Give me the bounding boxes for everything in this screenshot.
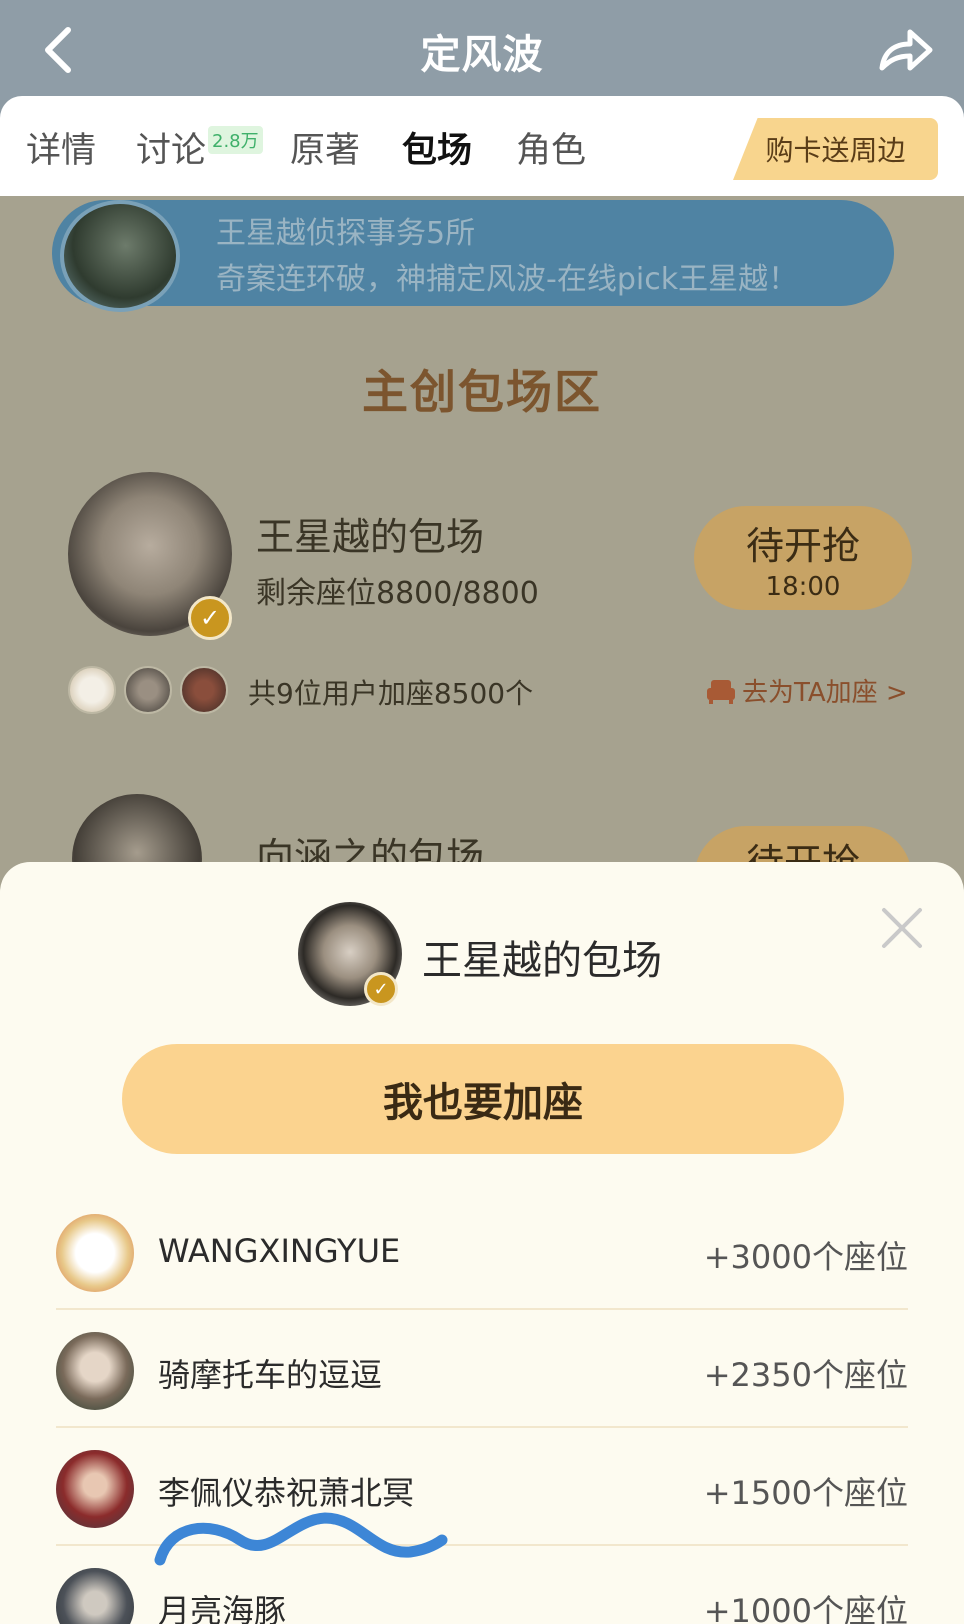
sheet-title: 王星越的包场 — [422, 938, 662, 984]
user-avatar — [56, 1450, 134, 1528]
pending-label: 待开抢 — [745, 523, 860, 568]
user-avatar — [180, 666, 228, 714]
user-avatar — [56, 1214, 134, 1292]
scribble-mark — [154, 1512, 448, 1566]
user-avatar — [56, 1332, 134, 1410]
seat-amount: +1500个座位 — [703, 1474, 908, 1512]
close-icon[interactable] — [880, 906, 924, 950]
remaining-seats: 剩余座位8800/8800 — [256, 576, 539, 611]
screening-name: 王星越的包场 — [256, 515, 485, 559]
app-root: 定风波 详情 讨论 2.8万 原著 包场 角色 购卡送周边 王星越侦探事务5所 … — [0, 0, 964, 1624]
list-item[interactable]: 骑摩托车的逗逗 +2350个座位 — [56, 1310, 908, 1428]
user-avatar — [68, 666, 116, 714]
banner-avatar — [60, 200, 180, 312]
seat-amount: +1000个座位 — [703, 1592, 908, 1624]
banner-title: 王星越侦探事务5所 — [216, 216, 476, 251]
tab-characters[interactable]: 角色 — [516, 122, 586, 173]
joined-users-count: 共9位用户加座8500个 — [248, 677, 534, 710]
user-avatar — [124, 666, 172, 714]
seat-amount: +3000个座位 — [703, 1238, 908, 1276]
verified-check-icon: ✓ — [188, 596, 232, 640]
seat-amount: +2350个座位 — [703, 1356, 908, 1394]
pending-grab-button[interactable]: 待开抢 18:00 — [694, 506, 912, 610]
user-name: 月亮海豚 — [158, 1592, 287, 1624]
discussion-count-badge: 2.8万 — [208, 126, 263, 154]
tab-discussion[interactable]: 讨论 — [136, 122, 206, 173]
page-title: 定风波 — [420, 32, 544, 78]
user-name: 骑摩托车的逗逗 — [158, 1356, 383, 1394]
user-avatar — [56, 1568, 134, 1624]
buy-card-promo-button[interactable]: 购卡送周边 — [733, 118, 938, 180]
tab-details[interactable]: 详情 — [26, 122, 96, 173]
join-add-seat-button[interactable]: 我也要加座 — [122, 1044, 844, 1154]
top-bar: 定风波 — [0, 0, 964, 100]
add-seat-link[interactable]: 去为TA加座 > — [706, 672, 908, 709]
share-icon[interactable] — [876, 24, 936, 76]
tab-private-screening[interactable]: 包场 — [402, 122, 472, 173]
user-name: WANGXINGYUE — [158, 1232, 401, 1270]
verified-check-icon: ✓ — [364, 972, 398, 1006]
tab-original-novel[interactable]: 原著 — [290, 122, 360, 173]
section-title: 主创包场区 — [362, 365, 602, 419]
sofa-icon — [707, 679, 735, 704]
list-item[interactable]: WANGXINGYUE +3000个座位 — [56, 1192, 908, 1310]
pending-time: 18:00 — [765, 571, 841, 602]
user-name: 李佩仪恭祝萧北冥 — [158, 1474, 415, 1512]
add-seat-label: 去为TA加座 > — [742, 678, 908, 708]
banner-subtitle: 奇案连环破，神捕定风波-在线pick王星越！ — [216, 262, 799, 297]
